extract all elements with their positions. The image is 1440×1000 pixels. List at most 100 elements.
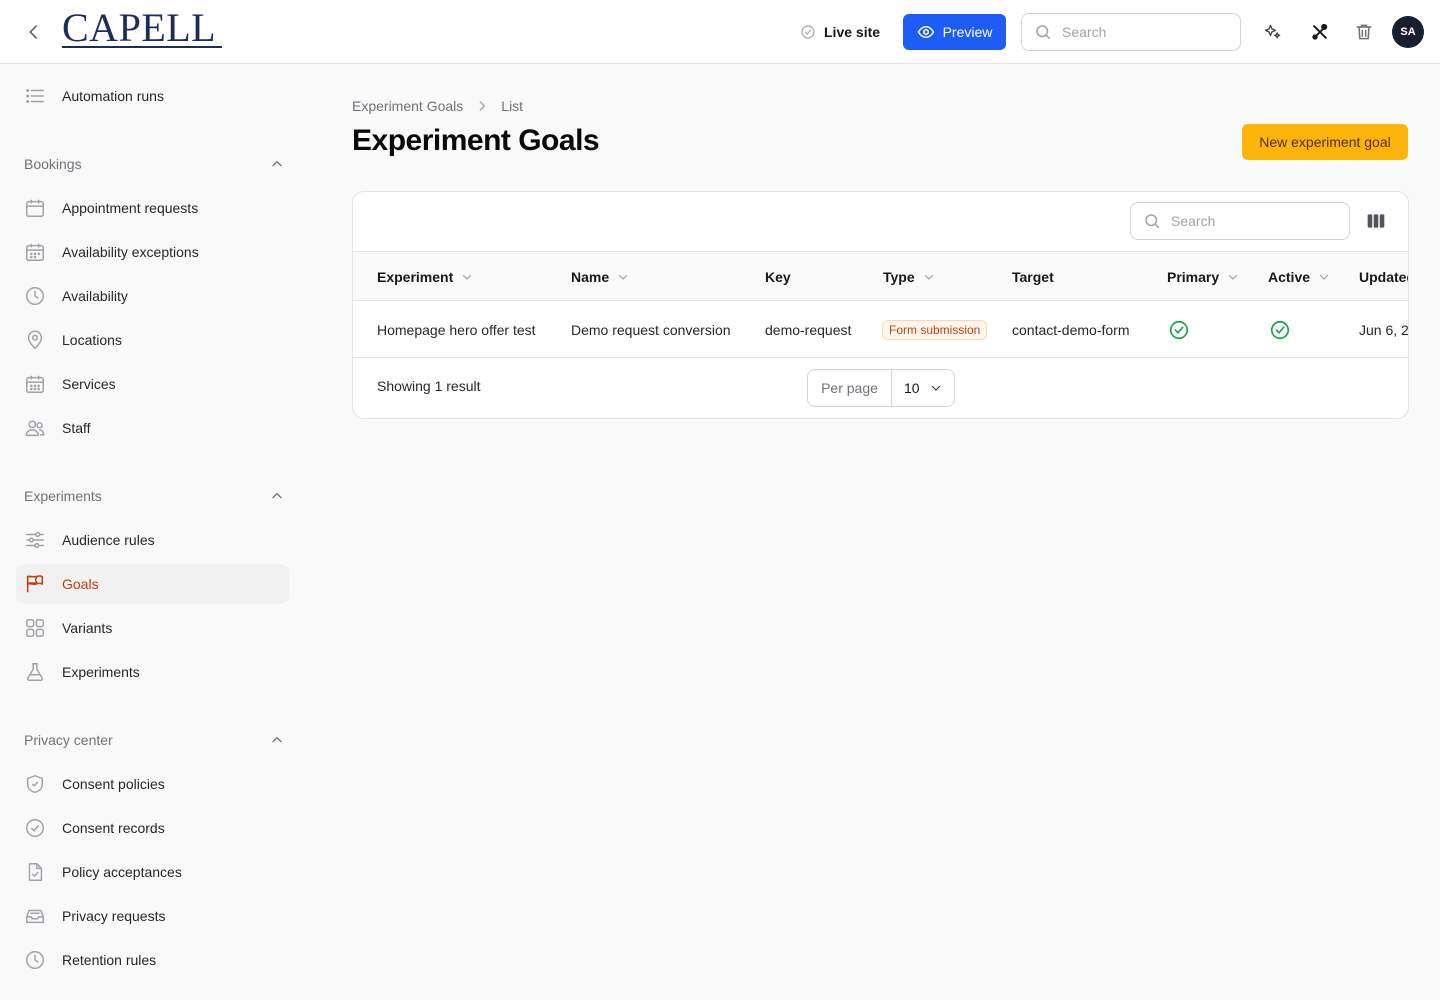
logo-text: CAPELL (62, 5, 217, 50)
check-circle-icon (24, 817, 46, 839)
sidebar-item-availability[interactable]: Availability (16, 276, 289, 316)
chevron-up-icon (270, 489, 284, 503)
sidebar-group-bookings[interactable]: Bookings (24, 154, 284, 174)
calendar-grid-icon (24, 373, 46, 395)
chevron-up-icon (270, 157, 284, 171)
sidebar-item-staff[interactable]: Staff (16, 408, 289, 448)
global-search-input[interactable] (1062, 24, 1202, 40)
table-footer: Showing 1 result Per page 10 (353, 358, 1408, 418)
chevron-down-icon (461, 271, 473, 283)
view-columns-icon (1367, 214, 1385, 228)
table-card: Experiment Name Key Type Target Primary … (352, 191, 1409, 419)
column-header-label: Updated (1359, 268, 1408, 285)
per-page-select[interactable]: 10 (892, 370, 954, 406)
sidebar-item-retention-rules[interactable]: Retention rules (16, 940, 289, 980)
sidebar-item-label: Availability exceptions (62, 244, 199, 260)
column-header-label: Primary (1167, 268, 1220, 285)
sidebar-group-label: Privacy center (24, 732, 113, 748)
clock-icon (24, 949, 46, 971)
sidebar-item-consent-records[interactable]: Consent records (16, 808, 289, 848)
sidebar-item-policy-acceptances[interactable]: Policy acceptances (16, 852, 289, 892)
column-header-target: Target (1012, 252, 1054, 301)
cell-type: Form submission (882, 301, 988, 358)
logo[interactable]: CAPELL (62, 8, 222, 52)
column-header-key: Key (765, 252, 791, 301)
preview-label: Preview (942, 24, 993, 40)
table-row[interactable]: Homepage hero offer test Demo request co… (353, 301, 1408, 358)
search-icon (1145, 214, 1160, 229)
avatar[interactable]: SA (1392, 16, 1424, 48)
sidebar-item-label: Staff (62, 420, 91, 436)
column-header-updated[interactable]: Updated (1359, 252, 1408, 301)
type-badge: Form submission (882, 319, 988, 340)
sidebar: Automation runs Bookings Appointment req… (0, 64, 305, 1000)
sidebar-item-automation-runs[interactable]: Automation runs (16, 76, 289, 116)
column-toggle-button[interactable] (1365, 210, 1387, 232)
sidebar-item-label: Retention rules (62, 952, 157, 968)
map-pin-icon (24, 329, 46, 351)
sidebar-item-services[interactable]: Services (16, 364, 289, 404)
sidebar-item-consent-policies[interactable]: Consent policies (16, 764, 289, 804)
sidebar-item-label: Locations (62, 332, 122, 348)
sidebar-item-label: Services (62, 376, 116, 392)
breadcrumb-link[interactable]: Experiment Goals (352, 98, 463, 114)
breadcrumb: Experiment Goals List (352, 96, 523, 116)
column-header-label: Target (1012, 268, 1054, 285)
calendar-grid-icon (24, 241, 46, 263)
column-header-label: Type (883, 268, 915, 285)
table-search (1130, 202, 1350, 240)
top-bar: CAPELL Live site Preview SA (0, 0, 1440, 64)
global-search (1021, 13, 1241, 51)
column-header-type[interactable]: Type (883, 252, 935, 301)
cell-active (1269, 301, 1291, 358)
wrench-screwdriver-icon (1312, 23, 1328, 40)
cell-experiment: Homepage hero offer test (377, 321, 536, 338)
check-circle-icon (1169, 320, 1189, 339)
inbox-icon (24, 905, 46, 927)
sidebar-item-label: Policy acceptances (62, 864, 182, 880)
cell-target: contact-demo-form (1012, 321, 1130, 338)
page-title: Experiment Goals (352, 124, 600, 157)
calendar-icon (24, 197, 46, 219)
column-header-primary[interactable]: Primary (1167, 252, 1239, 301)
chevron-up-icon (270, 733, 284, 747)
sidebar-item-variants[interactable]: Variants (16, 608, 289, 648)
tools-button[interactable] (1308, 20, 1332, 44)
cell-primary (1168, 301, 1190, 358)
sidebar-item-availability-exceptions[interactable]: Availability exceptions (16, 232, 289, 272)
sidebar-group-privacy-center[interactable]: Privacy center (24, 730, 284, 750)
column-header-active[interactable]: Active (1268, 252, 1330, 301)
preview-button[interactable]: Preview (903, 14, 1006, 50)
chevron-down-icon (931, 385, 941, 391)
sidebar-item-privacy-requests[interactable]: Privacy requests (16, 896, 289, 936)
column-header-label: Experiment (377, 268, 454, 285)
sidebar-item-locations[interactable]: Locations (16, 320, 289, 360)
back-button[interactable] (22, 20, 46, 44)
trash-button[interactable] (1352, 20, 1376, 44)
sidebar-item-goals[interactable]: Goals (16, 564, 289, 604)
sidebar-group-experiments[interactable]: Experiments (24, 486, 284, 506)
eye-icon (917, 25, 934, 39)
column-header-name[interactable]: Name (571, 252, 629, 301)
sidebar-item-appointment-requests[interactable]: Appointment requests (16, 188, 289, 228)
chevron-down-icon (923, 271, 935, 283)
ai-sparkle-button[interactable] (1261, 20, 1285, 44)
sidebar-item-experiments[interactable]: Experiments (16, 652, 289, 692)
table-toolbar (353, 192, 1408, 252)
table-search-input[interactable] (1171, 213, 1311, 229)
sidebar-item-label: Experiments (62, 664, 140, 680)
live-site-link[interactable]: Live site (800, 22, 880, 42)
column-header-label: Name (571, 268, 610, 285)
chevron-left-icon (29, 25, 37, 39)
live-site-label: Live site (824, 24, 881, 40)
column-header-experiment[interactable]: Experiment (377, 252, 473, 301)
avatar-initials: SA (1400, 26, 1416, 38)
sidebar-item-audience-rules[interactable]: Audience rules (16, 520, 289, 560)
sidebar-item-label: Audience rules (62, 532, 155, 548)
per-page-value: 10 (904, 380, 920, 396)
sidebar-item-label: Availability (62, 288, 128, 304)
cell-key: demo-request (765, 321, 852, 338)
chevron-right-icon (479, 101, 486, 111)
sparkles-icon (1264, 24, 1281, 39)
new-experiment-goal-button[interactable]: New experiment goal (1242, 124, 1408, 160)
